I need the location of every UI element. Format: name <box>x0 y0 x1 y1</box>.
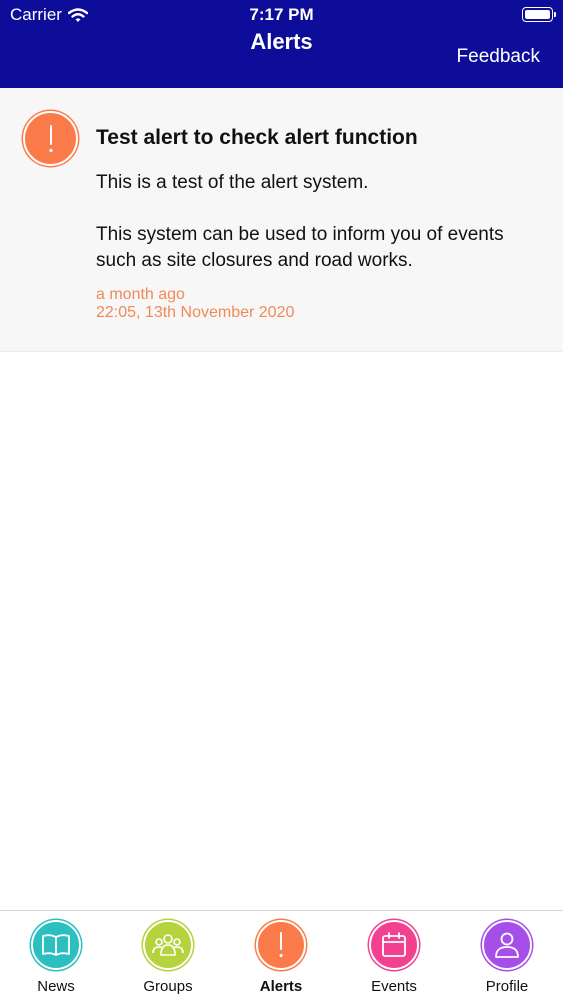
tab-label: Events <box>371 978 417 995</box>
alert-timestamp: 22:05, 13th November 2020 <box>96 304 295 321</box>
book-icon <box>31 920 81 970</box>
battery-icon <box>522 7 556 22</box>
exclamation-icon <box>23 111 78 166</box>
tab-label: Profile <box>485 978 529 995</box>
person-icon <box>482 920 532 970</box>
alert-body: This is a test of the alert system. This… <box>96 170 536 300</box>
exclamation-icon <box>256 920 306 970</box>
alert-meta: a month ago 22:05, 13th November 2020 <box>96 286 294 322</box>
alert-body-paragraph: This system can be used to inform you of… <box>96 224 504 271</box>
group-icon <box>143 920 193 970</box>
tab-profile[interactable]: Profile <box>451 911 563 1000</box>
alert-card[interactable]: Test alert to check alert function This … <box>0 88 563 352</box>
tab-label: Groups <box>143 978 193 995</box>
alert-relative-time: a month ago <box>96 286 185 303</box>
tab-groups[interactable]: Groups <box>112 911 224 1000</box>
header: Carrier 7:17 PM Alerts Feedback <box>0 0 563 88</box>
tab-label: Alerts <box>259 978 303 995</box>
tab-news[interactable]: News <box>0 911 112 1000</box>
tab-events[interactable]: Events <box>338 911 450 1000</box>
tab-label: News <box>37 978 75 995</box>
tab-alerts[interactable]: Alerts <box>225 911 337 1000</box>
tab-bar: News Groups Alerts Events Profile <box>0 910 563 1000</box>
clock: 7:17 PM <box>249 5 314 24</box>
alert-title: Test alert to check alert function <box>96 126 418 149</box>
status-bar: Carrier 7:17 PM <box>0 0 563 30</box>
calendar-icon <box>369 920 419 970</box>
feedback-button[interactable]: Feedback <box>457 46 540 68</box>
alert-body-paragraph: This is a test of the alert system. <box>96 172 369 193</box>
